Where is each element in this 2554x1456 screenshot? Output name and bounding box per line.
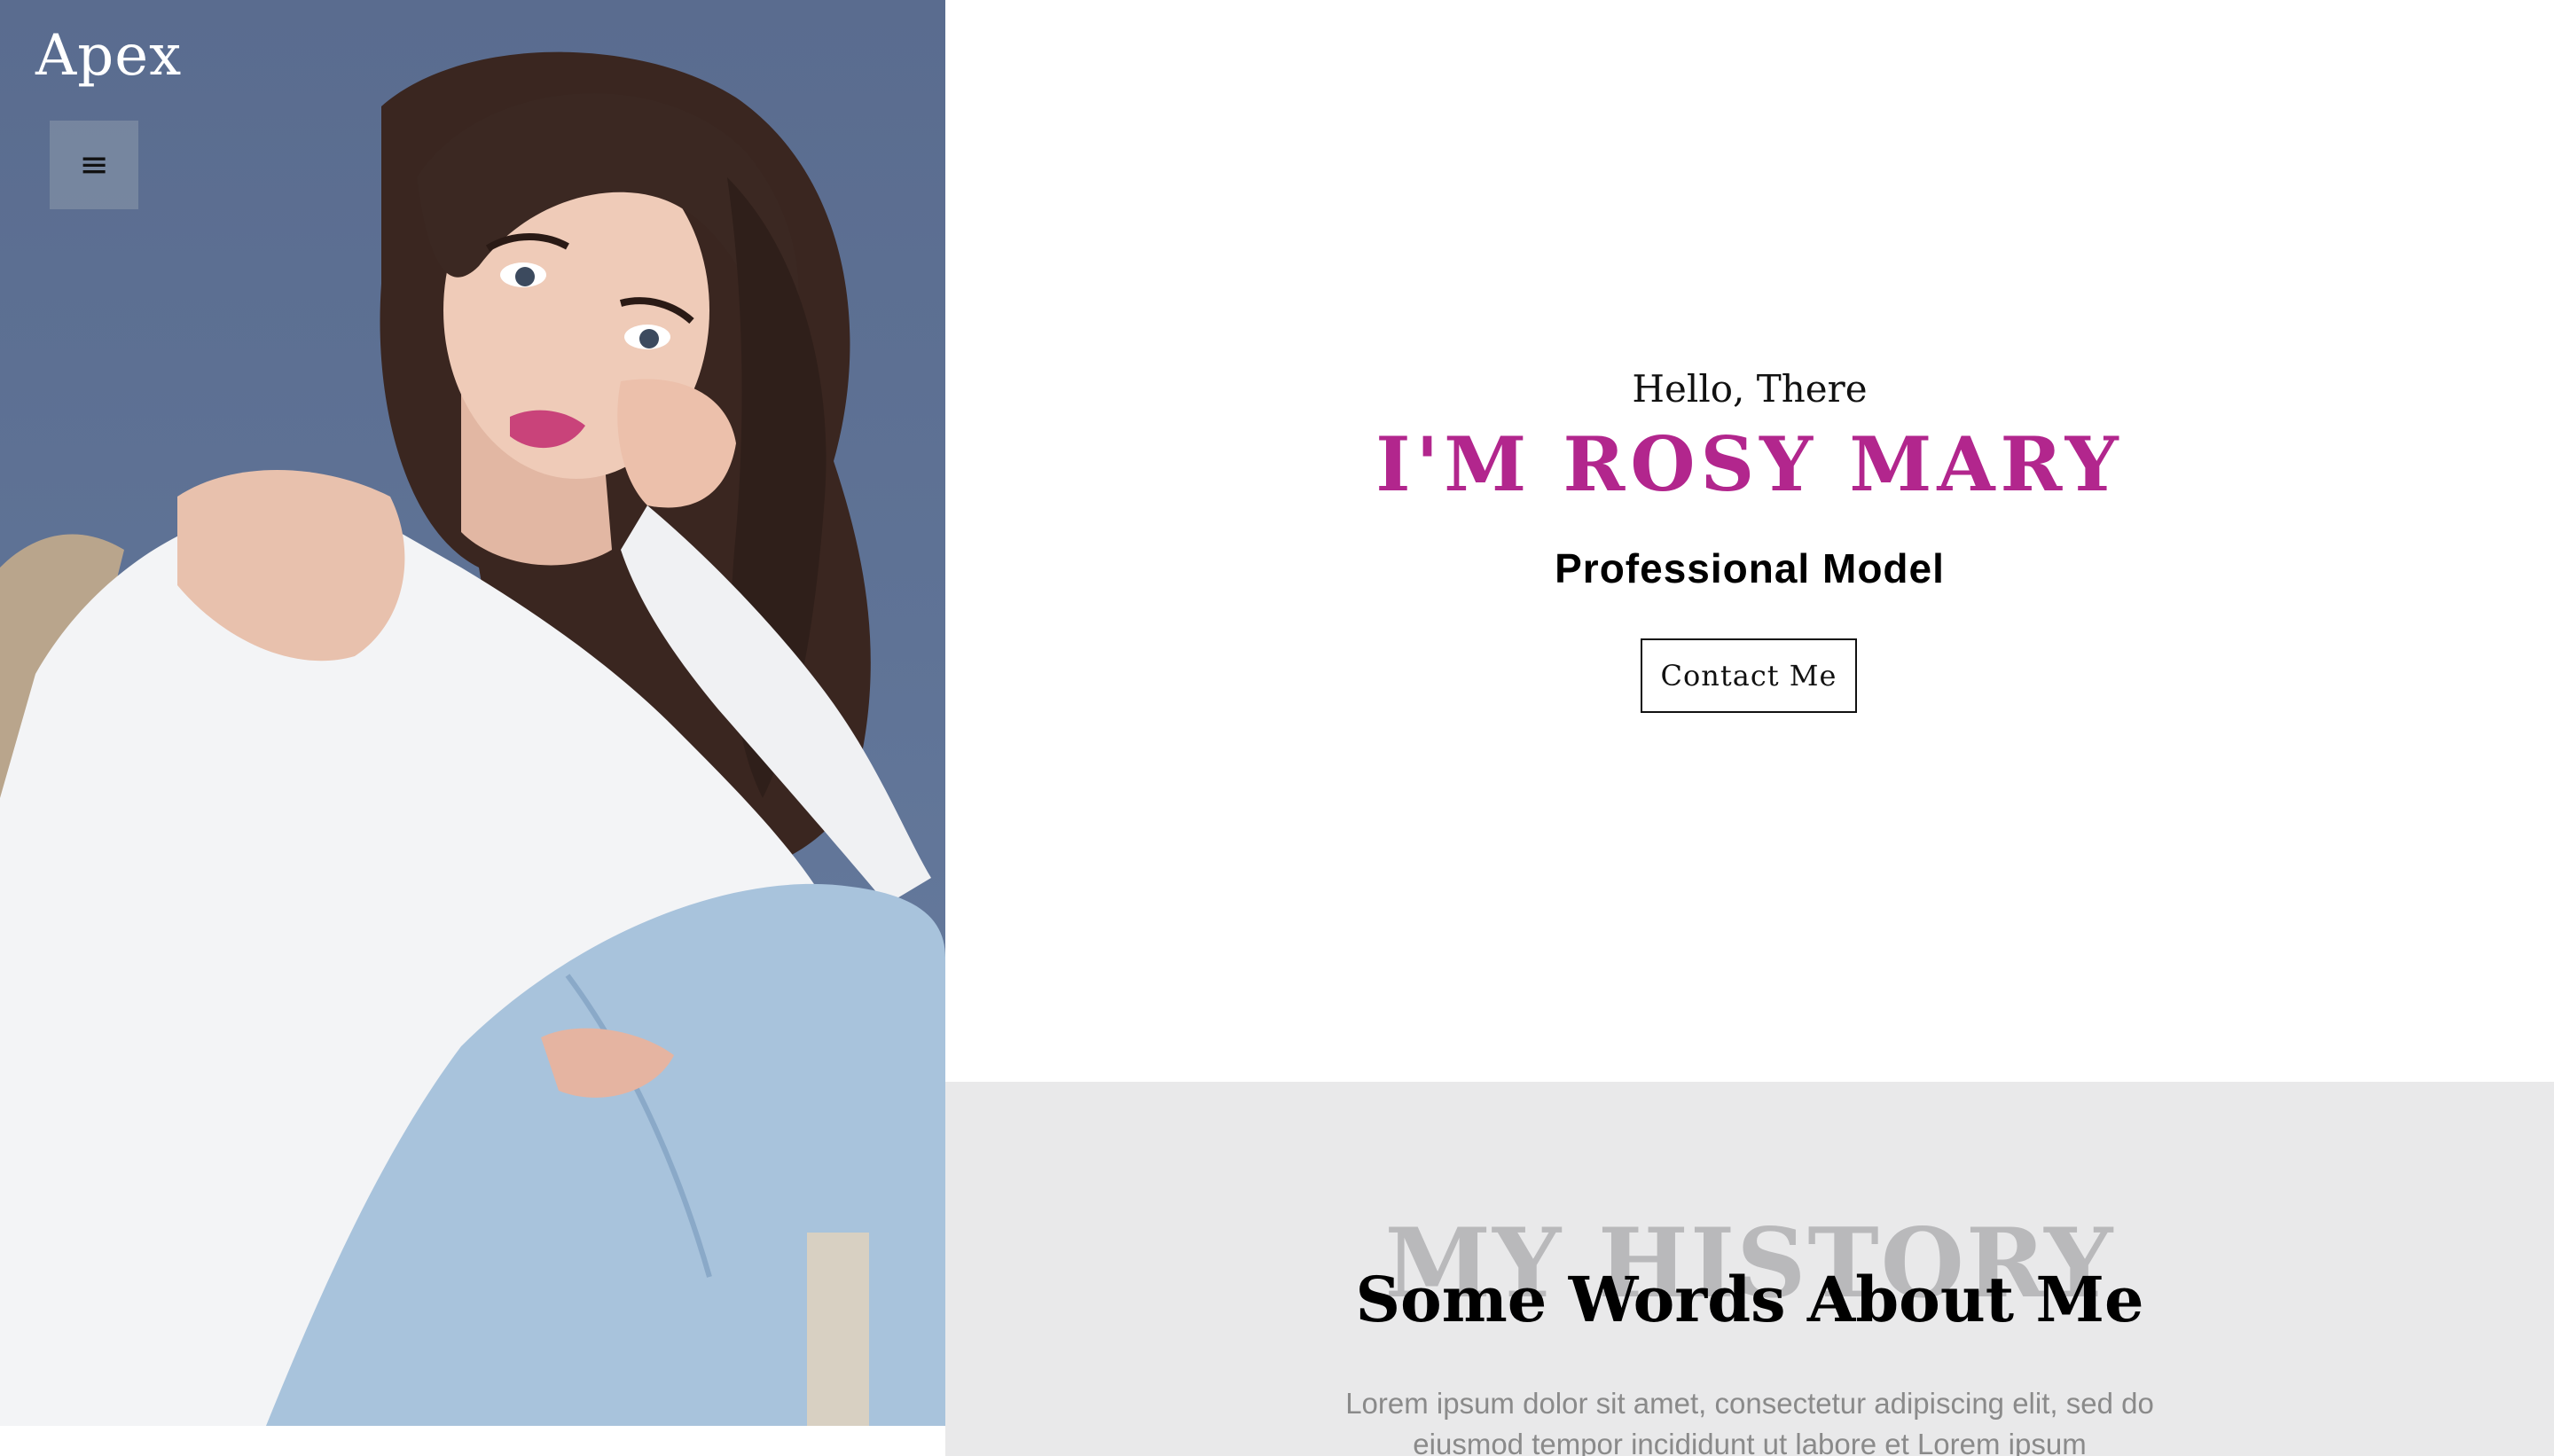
page: Apex ≡ Hello, There I'M ROSY MARY Profes… (0, 0, 2554, 1456)
brand-logo[interactable]: Apex (35, 23, 182, 89)
hamburger-menu-icon: ≡ (79, 145, 109, 185)
portrait-illustration (0, 51, 945, 1426)
hero-name: I'M ROSY MARY (1375, 420, 2124, 508)
section-title: Some Words About Me (1355, 1263, 2144, 1336)
hero-role: Professional Model (1555, 545, 1945, 591)
contact-me-button[interactable]: Contact Me (1641, 638, 1857, 713)
about-section: MY HISTORY Some Words About Me Lorem ips… (945, 1082, 2554, 1456)
chair-leg-shape (807, 1233, 869, 1426)
hero-greeting: Hello, There (1632, 367, 1868, 411)
about-paragraph: Lorem ipsum dolor sit amet, consectetur … (1345, 1387, 2154, 1456)
menu-toggle-button[interactable]: ≡ (50, 121, 138, 209)
hero-photo (0, 0, 945, 1426)
hero-section: Hello, There I'M ROSY MARY Professional … (945, 0, 2554, 1082)
